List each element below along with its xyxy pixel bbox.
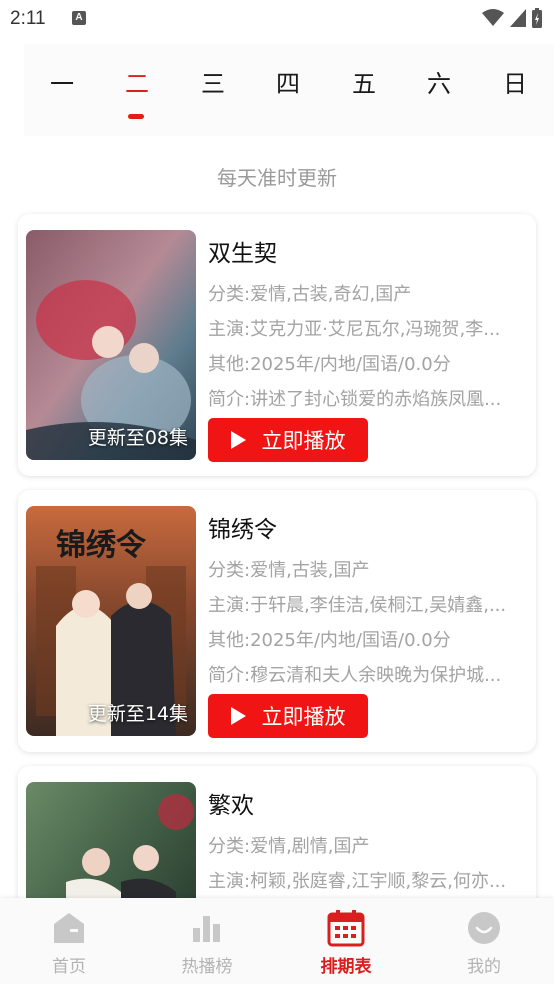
- episode-badge: 更新至08集: [87, 427, 188, 449]
- status-indicators: [482, 8, 542, 28]
- tab-thursday[interactable]: 四: [258, 66, 318, 102]
- calendar-icon: [327, 910, 365, 947]
- battery-icon: [532, 8, 542, 28]
- status-bar: 2:11 A: [0, 0, 554, 40]
- show-title[interactable]: 繁欢: [208, 786, 254, 820]
- bar-chart-icon: [193, 916, 220, 942]
- signal-icon: [510, 9, 526, 27]
- show-card[interactable]: 更新至08集 双生契 分类:爱情,古装,奇幻,国产 主演:艾克力亚·艾尼瓦尔,冯…: [18, 214, 536, 476]
- show-category: 分类:爱情,剧情,国产: [208, 836, 370, 857]
- profile-icon: [468, 912, 500, 944]
- active-tab-indicator: [128, 114, 144, 119]
- episode-badge: 更新至14集: [87, 703, 188, 725]
- tab-friday[interactable]: 五: [334, 66, 394, 102]
- nav-hot-list-label: 热播榜: [181, 957, 233, 977]
- status-time: 2:11: [10, 8, 46, 29]
- play-button-label: 立即播放: [261, 705, 346, 729]
- poster-image[interactable]: 更新至08集: [26, 230, 196, 460]
- show-category: 分类:爱情,古装,奇幻,国产: [208, 284, 412, 305]
- poster-title-art: 锦绣令: [56, 528, 146, 563]
- nav-schedule-label: 排期表: [320, 957, 372, 977]
- poster-image[interactable]: 锦绣令 更新至14集: [26, 506, 196, 736]
- tab-wednesday[interactable]: 三: [183, 66, 243, 102]
- show-title[interactable]: 双生契: [208, 234, 277, 268]
- nav-profile[interactable]: 我的: [434, 908, 534, 977]
- show-cast: 主演:柯颖,张庭睿,江宇顺,黎云,何亦...: [208, 871, 507, 892]
- nav-profile-label: 我的: [467, 957, 501, 977]
- tab-tuesday[interactable]: 二: [107, 66, 167, 102]
- bottom-navigation: 首页 热播榜 排期表 我的: [0, 898, 554, 984]
- tab-monday[interactable]: 一: [32, 66, 92, 102]
- tab-sunday[interactable]: 日: [485, 66, 545, 102]
- show-card[interactable]: 锦绣令 更新至14集 锦绣令 分类:爱情,古装,国产 主演:于轩晨,李佳洁,侯桐…: [18, 490, 536, 752]
- show-cast: 主演:艾克力亚·艾尼瓦尔,冯琬贺,李...: [208, 319, 501, 340]
- home-icon: [54, 913, 84, 943]
- show-other-info: 其他:2025年/内地/国语/0.0分: [208, 630, 451, 651]
- show-intro: 简介:穆云清和夫人余映晚为保护城...: [208, 665, 502, 686]
- notification-icon: A: [72, 11, 86, 25]
- tab-saturday[interactable]: 六: [409, 66, 469, 102]
- day-tabs: 一 二 三 四 五 六 日: [24, 44, 554, 136]
- wifi-icon: [482, 9, 504, 26]
- show-other-info: 其他:2025年/内地/国语/0.0分: [208, 354, 451, 375]
- play-now-button[interactable]: 立即播放: [208, 418, 368, 462]
- play-button-label: 立即播放: [261, 429, 346, 453]
- schedule-subtitle: 每天准时更新: [217, 166, 337, 190]
- show-cast: 主演:于轩晨,李佳洁,侯桐江,吴婧鑫,...: [208, 595, 507, 616]
- play-icon: [230, 431, 246, 449]
- nav-schedule[interactable]: 排期表: [296, 908, 396, 977]
- nav-home[interactable]: 首页: [19, 908, 119, 977]
- nav-home-label: 首页: [52, 957, 86, 977]
- show-title[interactable]: 锦绣令: [208, 510, 277, 544]
- nav-hot-list[interactable]: 热播榜: [157, 908, 257, 977]
- play-now-button[interactable]: 立即播放: [208, 694, 368, 738]
- show-intro: 简介:讲述了封心锁爱的赤焰族凤凰...: [208, 389, 502, 410]
- show-category: 分类:爱情,古装,国产: [208, 560, 370, 581]
- play-icon: [230, 707, 246, 725]
